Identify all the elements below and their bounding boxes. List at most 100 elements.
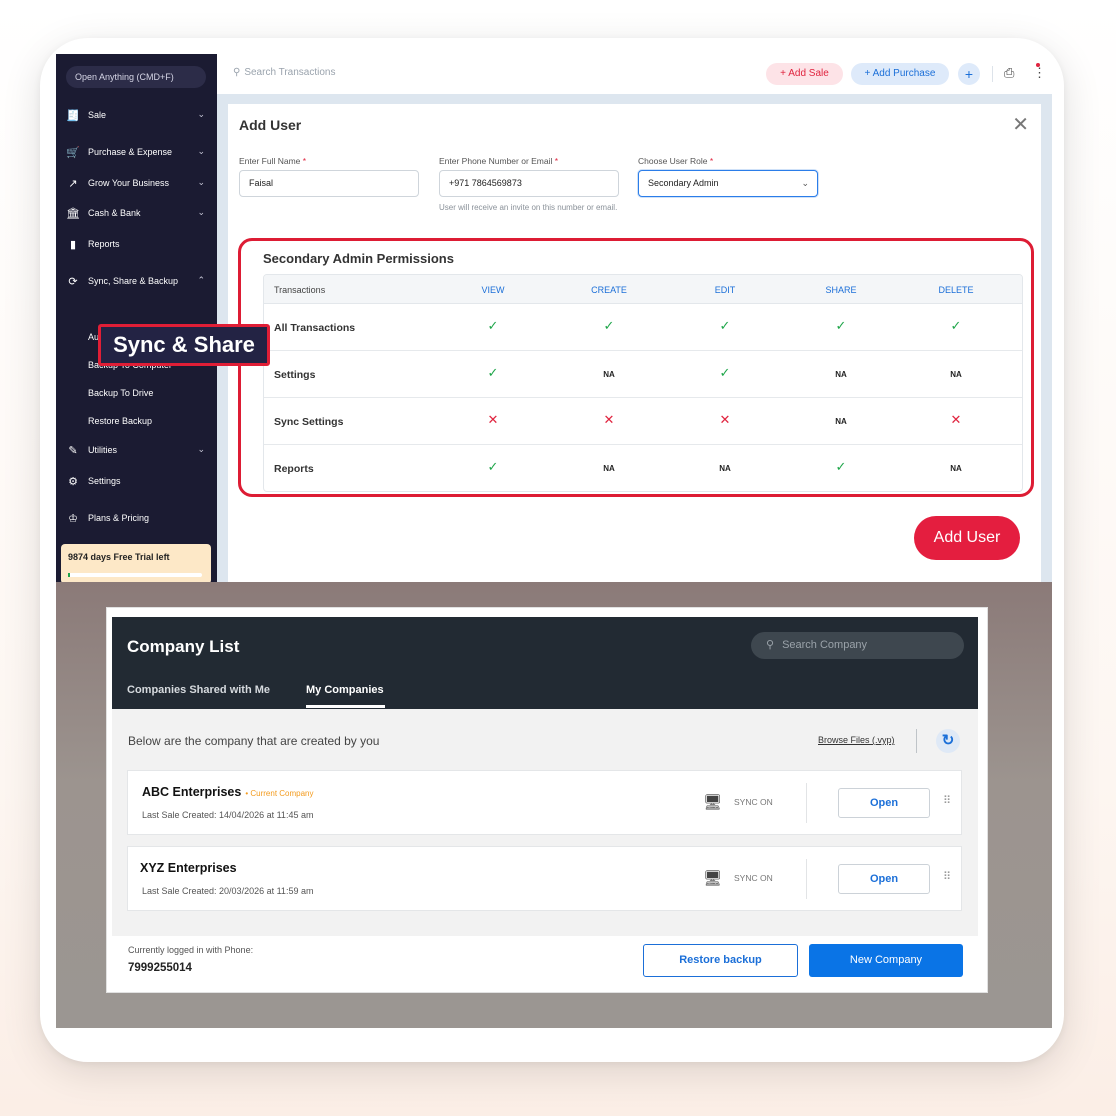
sidebar-item-grow[interactable]: ↗ Grow Your Business ⌄ xyxy=(66,174,209,192)
cross-icon: ✕ xyxy=(719,412,731,427)
user-role-label: Choose User Role * xyxy=(638,156,714,166)
full-name-input[interactable]: Faisal xyxy=(239,170,419,197)
add-user-button[interactable]: Add User xyxy=(914,516,1020,560)
sidebar-item-settings[interactable]: ⚙ Settings xyxy=(66,472,209,490)
more-vertical-icon[interactable]: ⋮ xyxy=(1033,65,1046,81)
logged-in-phone: 7999255014 xyxy=(128,962,192,974)
permissions-header: Transactions VIEW CREATE EDIT SHARE DELE… xyxy=(264,275,1022,304)
add-more-button[interactable]: + xyxy=(958,63,980,85)
search-transactions[interactable]: ⚲ Search Transactions xyxy=(233,67,336,78)
column-header: EDIT xyxy=(714,285,736,295)
sidebar-subitem-restore-backup[interactable]: Restore Backup xyxy=(88,416,152,426)
phone-email-input[interactable]: +971 7864569873 xyxy=(439,170,619,197)
company-card[interactable]: XYZ Enterprises Last Sale Created: 20/03… xyxy=(127,846,962,911)
column-header: VIEW xyxy=(481,285,505,295)
company-list-title: Company List xyxy=(127,637,240,656)
company-card[interactable]: ABC Enterprises • Current Company Last Sa… xyxy=(127,770,962,835)
new-company-button[interactable]: New Company xyxy=(809,944,963,977)
company-list-header: Company List ⚲ Search Company Companies S… xyxy=(112,617,978,709)
trial-progress-fill xyxy=(68,573,70,577)
search-icon: ⚲ xyxy=(233,67,241,78)
drag-handle-icon[interactable]: ⠿ xyxy=(943,870,951,883)
sync-icon: ⟳ xyxy=(68,275,78,288)
free-trial-banner[interactable]: 9874 days Free Trial left xyxy=(61,544,211,582)
close-icon[interactable]: ✕ xyxy=(1012,112,1029,137)
divider xyxy=(806,859,807,899)
chevron-down-icon: ⌄ xyxy=(801,178,809,188)
sidebar-item-sync[interactable]: ⟳ Sync, Share & Backup ⌃ xyxy=(66,272,209,290)
company-list-backdrop: Company List ⚲ Search Company Companies S… xyxy=(56,582,1052,1028)
bank-icon: 🏛 xyxy=(66,207,80,220)
sidebar-item-label: Cash & Bank xyxy=(88,208,141,218)
bar-chart-icon: ▮ xyxy=(69,238,77,251)
na-label: NA xyxy=(603,370,615,379)
permission-row: Reports ✓ NA NA ✓ NA xyxy=(264,445,1022,491)
browse-files-link[interactable]: Browse Files (.vyp) xyxy=(818,735,895,745)
permission-row-name: Settings xyxy=(274,369,316,381)
sidebar-item-cash-bank[interactable]: 🏛 Cash & Bank ⌄ xyxy=(66,204,209,222)
sidebar-item-reports[interactable]: ▮ Reports xyxy=(66,235,209,253)
check-icon: ✓ xyxy=(835,459,847,474)
tab-shared-with-me[interactable]: Companies Shared with Me xyxy=(127,684,270,696)
company-list-description: Below are the company that are created b… xyxy=(128,734,380,748)
company-name: ABC Enterprises • Current Company xyxy=(142,785,314,799)
sidebar-item-label: Utilities xyxy=(88,445,118,455)
add-purchase-button[interactable]: + Add Purchase xyxy=(851,63,949,85)
sync-status: SYNC ON xyxy=(734,873,773,883)
open-anything-search[interactable]: Open Anything (CMD+F) xyxy=(66,66,206,88)
top-bar: ⚲ Search Transactions + Add Sale + Add Pu… xyxy=(217,54,1052,94)
screenshot-frame: Open Anything (CMD+F) 🧾 Sale ⌄ 🛒 Purchas… xyxy=(40,38,1064,1062)
refresh-icon[interactable]: ↻ xyxy=(936,729,960,753)
sidebar-item-label: Settings xyxy=(88,476,121,486)
tab-my-companies[interactable]: My Companies xyxy=(306,684,384,696)
open-company-button[interactable]: Open xyxy=(838,788,930,818)
divider xyxy=(916,729,917,753)
search-placeholder: Search Transactions xyxy=(244,67,336,78)
check-icon: ✓ xyxy=(950,318,962,333)
check-icon: ✓ xyxy=(835,318,847,333)
printer-icon[interactable]: ⎙ xyxy=(1004,65,1014,81)
permission-row-name: Reports xyxy=(274,463,314,475)
na-label: NA xyxy=(835,370,847,379)
search-placeholder: Search Company xyxy=(782,639,868,651)
notification-dot xyxy=(1036,63,1040,67)
permission-row-name: Sync Settings xyxy=(274,416,344,428)
user-role-select[interactable]: Secondary Admin ⌄ xyxy=(638,170,818,197)
restore-backup-button[interactable]: Restore backup xyxy=(643,944,798,977)
chevron-up-icon: ⌃ xyxy=(197,275,205,285)
divider xyxy=(806,783,807,823)
sidebar: Open Anything (CMD+F) 🧾 Sale ⌄ 🛒 Purchas… xyxy=(56,54,217,582)
sidebar-item-label: Sale xyxy=(88,110,107,120)
na-label: NA xyxy=(603,464,615,473)
cross-icon: ✕ xyxy=(603,412,615,427)
logged-in-label: Currently logged in with Phone: xyxy=(128,945,254,955)
cross-icon: ✕ xyxy=(950,412,962,427)
na-label: NA xyxy=(719,464,731,473)
sidebar-item-label: Plans & Pricing xyxy=(88,513,150,523)
company-list-footer: Currently logged in with Phone: 79992550… xyxy=(112,936,978,992)
trial-text: 9874 days Free Trial left xyxy=(68,552,170,562)
check-icon: ✓ xyxy=(487,459,499,474)
sidebar-subitem-backup-drive[interactable]: Backup To Drive xyxy=(88,388,153,398)
tools-icon: ✎ xyxy=(68,444,78,457)
na-label: NA xyxy=(835,417,847,426)
permissions-table: Transactions VIEW CREATE EDIT SHARE DELE… xyxy=(263,274,1023,492)
devices-icon: 🖥 xyxy=(703,870,723,887)
sidebar-item-purchase[interactable]: 🛒 Purchase & Expense ⌄ xyxy=(66,143,209,161)
sidebar-item-plans[interactable]: ♔ Plans & Pricing xyxy=(66,509,209,527)
open-company-button[interactable]: Open xyxy=(838,864,930,894)
cart-icon: 🛒 xyxy=(66,146,80,159)
column-header: Transactions xyxy=(274,285,326,295)
sidebar-item-sale[interactable]: 🧾 Sale ⌄ xyxy=(66,106,209,124)
chevron-down-icon: ⌄ xyxy=(197,444,205,454)
drag-handle-icon[interactable]: ⠿ xyxy=(943,794,951,807)
column-header: DELETE xyxy=(938,285,974,295)
search-company-input[interactable]: ⚲ Search Company xyxy=(751,632,964,659)
check-icon: ✓ xyxy=(719,318,731,333)
check-icon: ✓ xyxy=(719,365,731,380)
sidebar-item-label: Purchase & Expense xyxy=(88,147,173,157)
add-sale-button[interactable]: + Add Sale xyxy=(766,63,843,85)
company-last-sale: Last Sale Created: 14/04/2026 at 11:45 a… xyxy=(142,810,314,820)
sidebar-item-utilities[interactable]: ✎ Utilities ⌄ xyxy=(66,441,209,459)
check-icon: ✓ xyxy=(487,365,499,380)
